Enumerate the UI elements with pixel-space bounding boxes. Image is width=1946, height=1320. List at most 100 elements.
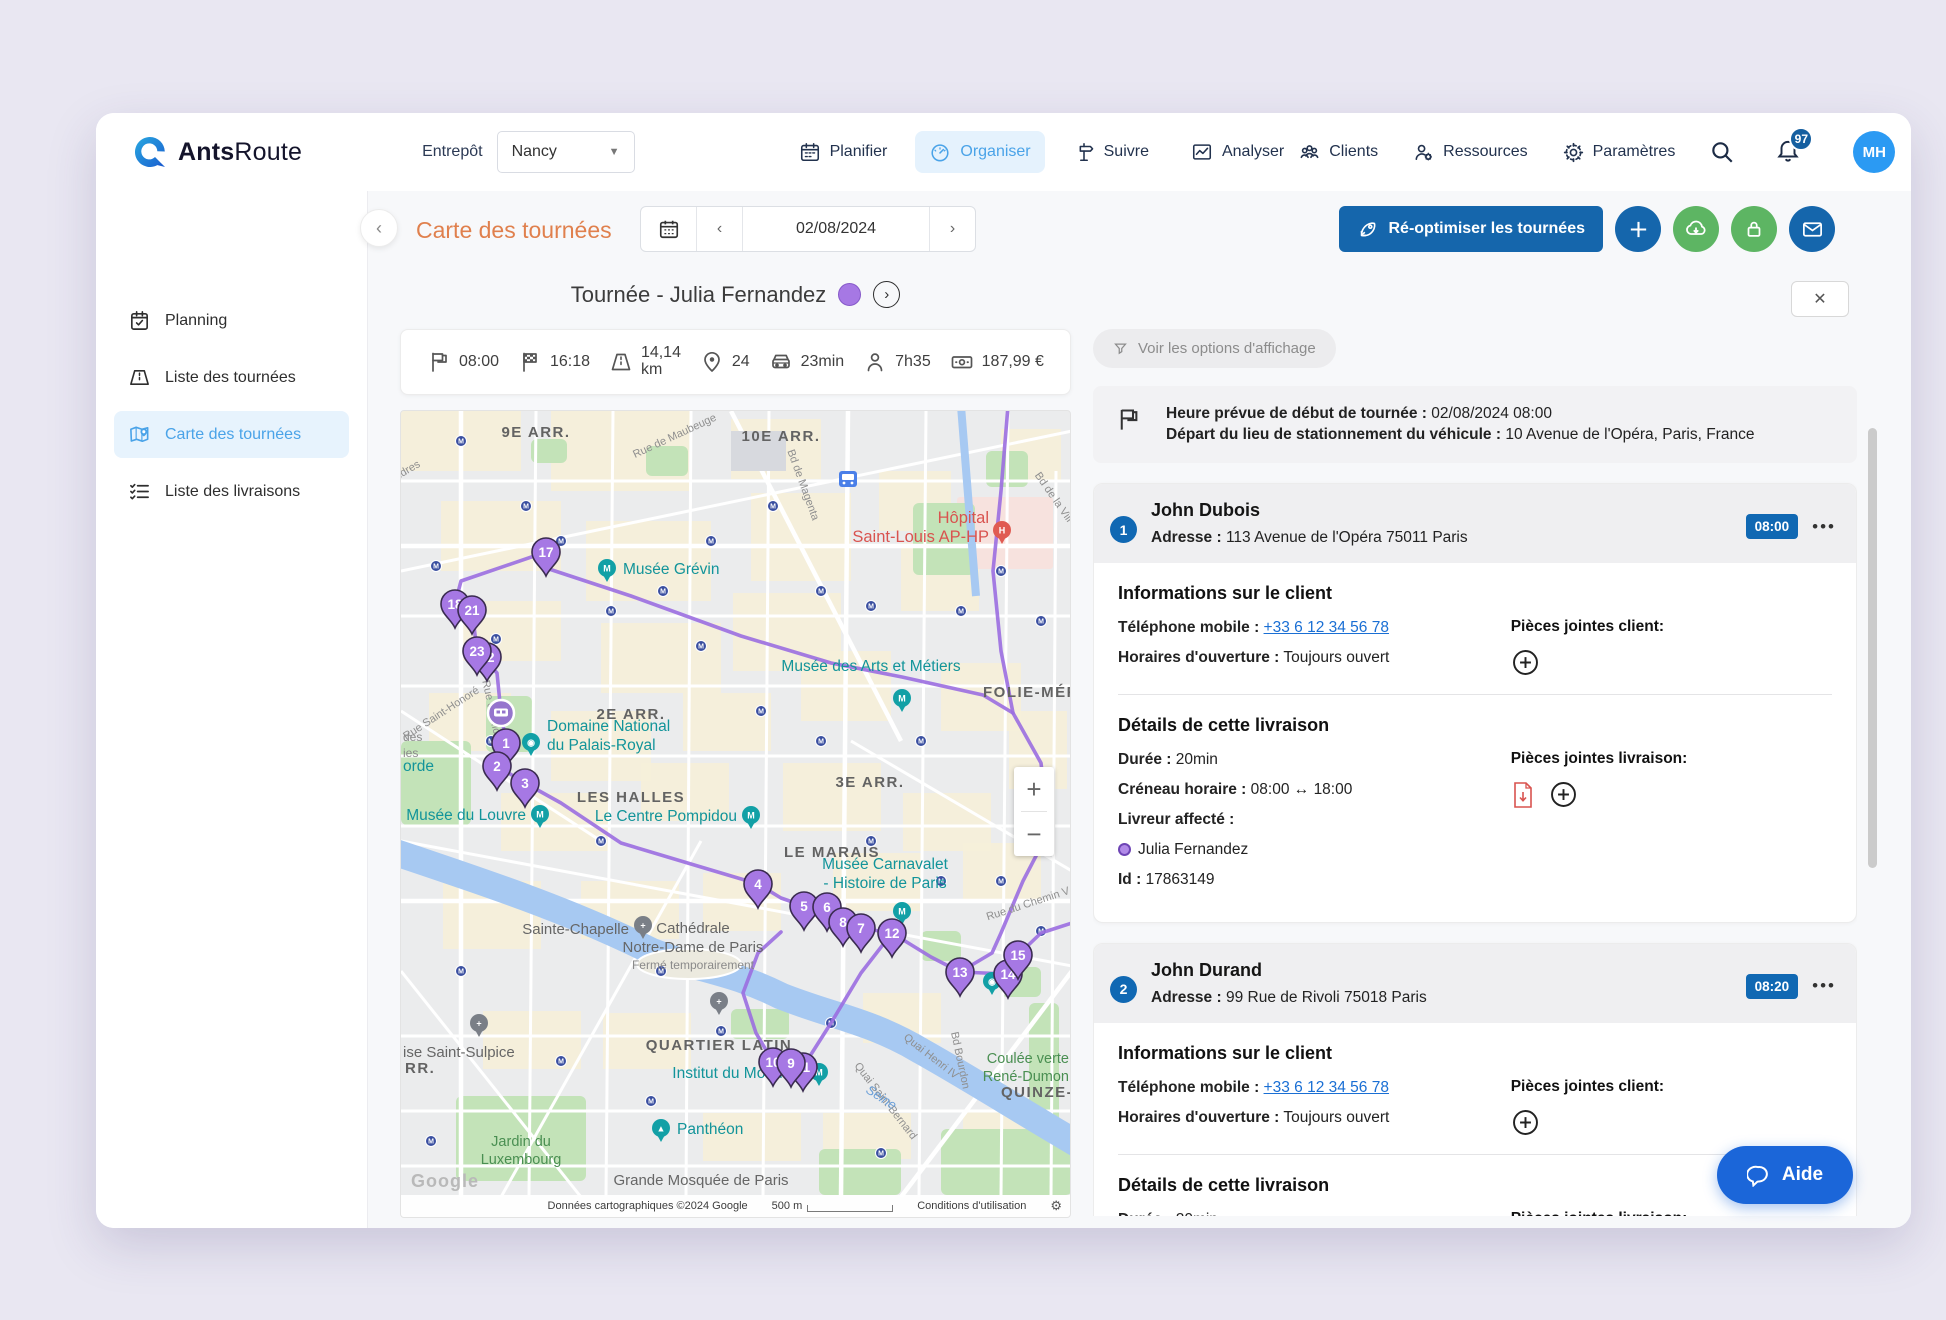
flag-finish-icon (523, 352, 537, 372)
phone-row: Téléphone mobile : +33 6 12 34 56 78 (1118, 619, 1389, 637)
map-label: Le Centre Pompidou (595, 808, 737, 825)
map-terms-link[interactable]: Conditions d'utilisation (917, 1200, 1026, 1212)
svg-text:▲: ▲ (657, 1123, 666, 1133)
map-label: FOLIE-MÉRICOURT (983, 684, 1071, 701)
tab-organiser[interactable]: Organiser (915, 131, 1045, 173)
sidebar-item-liste-des-livraisons[interactable]: Liste des livraisons (114, 468, 349, 515)
svg-text:M: M (868, 604, 874, 611)
card-menu-button[interactable]: ••• (1812, 976, 1836, 996)
svg-text:M: M (818, 739, 824, 746)
page-title: Carte des tournées (416, 217, 612, 243)
svg-text:12: 12 (884, 926, 899, 941)
svg-text:M: M (878, 1151, 884, 1158)
map-label: - Histoire de Paris (823, 875, 946, 892)
menu-ressources[interactable]: Ressources (1412, 141, 1528, 164)
tab-planifier[interactable]: Planifier (785, 131, 902, 173)
brand-logo: AntsRoute (132, 134, 302, 170)
map-label: Saint-Louis AP-HP (852, 528, 989, 546)
sidebar-item-planning[interactable]: Planning (114, 297, 349, 344)
sidebar-item-carte-des-tournees[interactable]: Carte des tournées (114, 411, 349, 458)
add-attachment-icon[interactable] (1511, 1108, 1540, 1137)
stat-item: 187,99 € (950, 350, 1044, 374)
delivery-card-header[interactable]: 2 John Durand Adresse : 99 Rue de Rivoli… (1094, 943, 1856, 1024)
card-menu-button[interactable]: ••• (1812, 517, 1836, 537)
person-gear-icon (1415, 144, 1433, 161)
svg-text:2: 2 (493, 759, 501, 774)
map-label: Fermé temporairement (632, 958, 755, 972)
zoom-out-button[interactable]: − (1014, 812, 1054, 856)
warehouse-value: Nancy (511, 143, 557, 160)
topbar: AntsRoute Entrepôt Nancy ▼ Planifier Orga… (96, 113, 1911, 191)
cloud-download-icon (1686, 220, 1706, 235)
map[interactable]: M M M M M M M M M M M M M M M M M M M M M M M M M M M M M M M M 9E ARR. 1… (400, 410, 1071, 1218)
phone-link[interactable]: +33 6 12 34 56 78 (1264, 619, 1389, 636)
export-button[interactable] (1673, 206, 1719, 252)
back-button[interactable]: ‹ (360, 209, 398, 247)
customer-name: John Durand (1151, 959, 1262, 980)
map-settings-icon[interactable]: ⚙ (1050, 1198, 1062, 1214)
delivery-card-header[interactable]: 1 John Dubois Adresse : 113 Avenue de l'… (1094, 484, 1856, 564)
svg-text:M: M (708, 539, 714, 546)
brand-name: AntsRoute (178, 137, 303, 166)
map-label: Panthéon (677, 1121, 743, 1138)
svg-text:17: 17 (538, 545, 553, 560)
svg-text:+: + (640, 920, 645, 930)
lock-button[interactable] (1731, 206, 1777, 252)
mail-icon (1802, 221, 1822, 237)
antsroute-logo-icon (134, 137, 165, 167)
arrival-time-badge[interactable]: 08:20 (1745, 973, 1799, 999)
reoptimize-button[interactable]: Ré-optimiser les tournées (1338, 206, 1603, 252)
sidebar-item-liste-des-tournees[interactable]: Liste des tournées (114, 354, 349, 401)
avatar[interactable]: MH (1853, 131, 1896, 173)
svg-text:M: M (458, 969, 464, 976)
svg-text:M: M (898, 906, 906, 916)
money-icon (951, 356, 972, 369)
arrival-time-badge[interactable]: 08:00 (1745, 514, 1799, 539)
zoom-in-button[interactable]: + (1014, 767, 1054, 811)
map-label: 10E ARR. (742, 428, 821, 445)
app-window: AntsRoute Entrepôt Nancy ▼ Planifier Orga… (96, 113, 1911, 1228)
svg-text:13: 13 (952, 965, 968, 980)
duration-row: Durée : 20min (1118, 1210, 1511, 1216)
map-copyright: Données cartographiques ©2024 Google (547, 1200, 748, 1212)
customer-name: John Dubois (1151, 500, 1260, 520)
panel-scrollbar[interactable] (1868, 428, 1877, 868)
stat-item: 7h35 (863, 350, 931, 374)
client-attachments-label: Pièces jointes client: (1510, 1078, 1665, 1096)
pdf-attachment-icon[interactable] (1511, 781, 1535, 809)
mail-button[interactable] (1789, 206, 1835, 252)
help-button[interactable]: Aide (1717, 1146, 1853, 1204)
pin-icon (704, 351, 720, 372)
calendar-button[interactable] (641, 207, 697, 251)
header-actions: Ré-optimiser les tournées (1338, 206, 1835, 252)
hours-row: Horaires d'ouverture : Toujours ouvert (1118, 1109, 1390, 1127)
client-info-title: Informations sur le client (1118, 1043, 1333, 1064)
duration-row: Durée : 20min (1118, 751, 1218, 769)
route-next-button[interactable]: › (873, 281, 901, 308)
date-next-button[interactable]: › (929, 207, 975, 251)
tab-analyser[interactable]: Analyser (1177, 131, 1298, 173)
notifications-button[interactable]: 97 (1775, 126, 1814, 168)
svg-text:M: M (458, 439, 464, 446)
svg-text:H: H (999, 525, 1006, 535)
map-label: René-Dumon (983, 1069, 1069, 1085)
add-attachment-icon[interactable] (1549, 780, 1578, 809)
close-panel-button[interactable]: ✕ (1791, 281, 1849, 317)
date-prev-button[interactable]: ‹ (697, 207, 743, 251)
date-value[interactable]: 02/08/2024 (743, 207, 929, 251)
route-list-icon (130, 369, 149, 386)
add-button[interactable] (1615, 206, 1661, 252)
menu-parametres[interactable]: Paramètres (1562, 141, 1675, 164)
customer-address: Adresse : 113 Avenue de l'Opéra 75011 Pa… (1151, 529, 1468, 546)
menu-clients[interactable]: Clients (1298, 141, 1378, 164)
map-label: Grande Mosquée de Paris (613, 1172, 788, 1189)
tab-suivre[interactable]: Suivre (1059, 131, 1163, 173)
add-attachment-icon[interactable] (1511, 648, 1540, 677)
stop-number-badge: 2 (1110, 975, 1137, 1003)
phone-link[interactable]: +33 6 12 34 56 78 (1264, 1079, 1389, 1096)
route-color-dot[interactable] (838, 283, 862, 306)
map-label: Cathédrale (656, 920, 729, 937)
display-options-button[interactable]: Voir les options d'affichage (1093, 329, 1336, 368)
warehouse-select[interactable]: Nancy ▼ (496, 131, 635, 173)
search-icon[interactable] (1709, 139, 1735, 165)
